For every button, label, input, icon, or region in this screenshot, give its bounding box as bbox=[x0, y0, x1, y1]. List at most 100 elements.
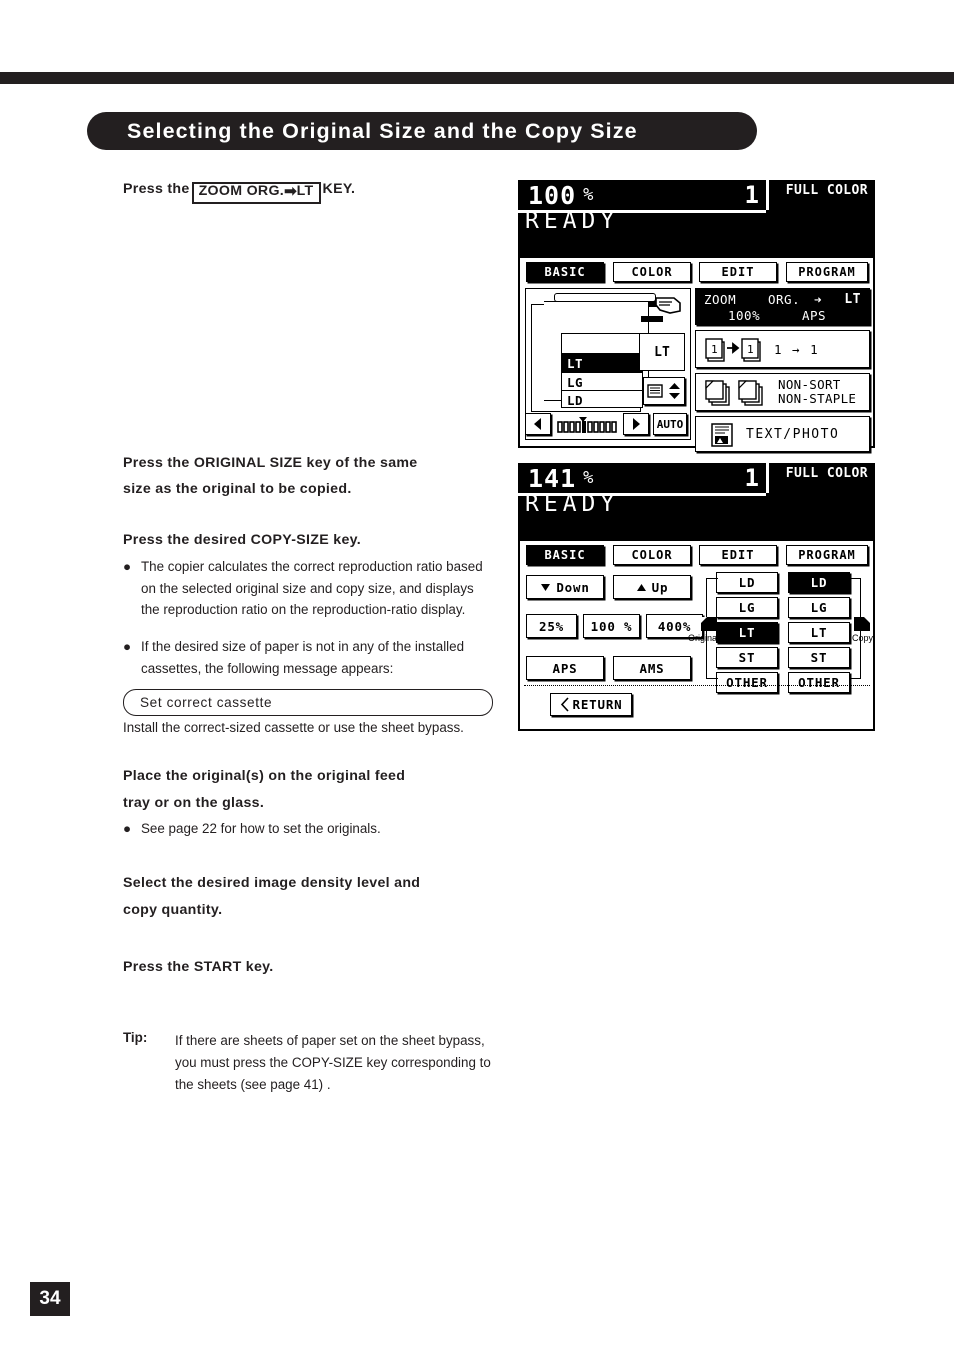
lcd2-quantity-value: 1 bbox=[744, 464, 759, 492]
lcd-screenshot-1: 100 % 1 FULL COLOR READY BASIC COLOR EDI… bbox=[518, 180, 875, 452]
copy-size-column: LD LG LT ST OTHER bbox=[788, 572, 850, 697]
ams-button[interactable]: AMS bbox=[613, 656, 691, 680]
cassette-row-lt[interactable]: LT bbox=[562, 353, 642, 372]
step-1-prefix: Press the bbox=[123, 181, 190, 197]
duplex-label: 1 → 1 bbox=[774, 341, 820, 357]
step-6-heading: Press the START key. bbox=[123, 958, 274, 975]
step-3-bullet-1: ● The copier calculates the correct repr… bbox=[123, 556, 495, 621]
lcd2-percent-sign: % bbox=[583, 468, 594, 488]
svg-text:1: 1 bbox=[711, 343, 718, 356]
lcd2-color-mode: FULL COLOR bbox=[785, 466, 868, 481]
bullet-dot-icon: ● bbox=[123, 638, 132, 654]
zoom-original-copy-button[interactable]: ZOOM ORG. ➜ LT 100% APS bbox=[695, 288, 870, 325]
step-5-heading-line2: copy quantity. bbox=[123, 901, 223, 918]
svg-text:1: 1 bbox=[747, 343, 754, 356]
lcd2-tab-color[interactable]: COLOR bbox=[613, 545, 691, 565]
lcd2-status-text: READY bbox=[525, 491, 620, 517]
spacer-before-tip bbox=[123, 980, 495, 1028]
lcd2-tab-program[interactable]: PROGRAM bbox=[786, 545, 868, 565]
zoom-down-button[interactable]: Down bbox=[526, 575, 604, 599]
lcd2-tab-basic[interactable]: BASIC bbox=[526, 545, 604, 565]
original-size-lt[interactable]: LT bbox=[716, 622, 778, 643]
copy-size-lt[interactable]: LT bbox=[788, 622, 850, 643]
copy-size-st[interactable]: ST bbox=[788, 647, 850, 668]
auto-density-button[interactable]: AUTO bbox=[653, 413, 687, 435]
step-3-bullet-1-text: The copier calculates the correct reprod… bbox=[141, 558, 483, 618]
step-3-heading: Press the desired COPY-SIZE key. bbox=[123, 532, 362, 549]
tip-block: Tip: If there are sheets of paper set on… bbox=[123, 1030, 495, 1095]
zoom-arrow-icon: ➜ bbox=[814, 292, 823, 307]
lcd1-tab-color[interactable]: COLOR bbox=[613, 262, 691, 282]
lcd1-status-bar: 100 % 1 FULL COLOR READY bbox=[518, 180, 875, 258]
step-3-bullet-2-text: If the desired size of paper is not in a… bbox=[141, 638, 465, 676]
copy-size-lg[interactable]: LG bbox=[788, 597, 850, 618]
manual-page: Selecting the Original Size and the Copy… bbox=[0, 0, 954, 1348]
density-lighter-button[interactable] bbox=[525, 413, 551, 435]
lcd1-tab-edit[interactable]: EDIT bbox=[699, 262, 777, 282]
step-5-heading-line1: Select the desired image density level a… bbox=[123, 875, 421, 892]
page-number: 34 bbox=[30, 1282, 70, 1316]
tip-text: If there are sheets of paper set on the … bbox=[175, 1033, 491, 1092]
spacer-after-step4 bbox=[123, 840, 495, 870]
lcd1-ratio-value: 100 bbox=[528, 180, 577, 210]
cassette-row-ld[interactable]: LD bbox=[562, 390, 642, 409]
lcd1-status-divider bbox=[766, 180, 769, 210]
spacer-after-step2 bbox=[123, 503, 495, 527]
down-arrow-icon bbox=[541, 583, 551, 591]
aps-button[interactable]: APS bbox=[526, 656, 604, 680]
cassette-row-lg[interactable]: LG bbox=[562, 372, 642, 391]
original-size-lg[interactable]: LG bbox=[716, 597, 778, 618]
lcd1-tab-basic[interactable]: BASIC bbox=[526, 262, 604, 282]
zoom-up-button[interactable]: Up bbox=[613, 575, 691, 599]
zoom-org-label: ZOOM ORG. bbox=[198, 183, 285, 199]
lcd1-quantity-display: 1 bbox=[718, 180, 766, 210]
lcd1-body: BASIC COLOR EDIT PROGRAM LT LG LD LT AUT… bbox=[518, 258, 875, 452]
tip-label: Tip: bbox=[123, 1030, 148, 1046]
lcd1-status-text: READY bbox=[525, 208, 620, 234]
bypass-size-box[interactable]: LT bbox=[639, 333, 685, 371]
simplex-to-simplex-icon: 1 1 bbox=[705, 338, 761, 362]
spacer-after-step3 bbox=[123, 739, 495, 763]
step-4-bullet-1-text: See page 22 for how to set the originals… bbox=[141, 821, 381, 837]
original-size-column: LD LG LT ST OTHER bbox=[716, 572, 778, 697]
original-size-st[interactable]: ST bbox=[716, 647, 778, 668]
spacer-after-step5 bbox=[123, 924, 495, 954]
finisher-line2: NON-STAPLE bbox=[778, 391, 857, 406]
lcd1-density-control: AUTO bbox=[525, 410, 691, 440]
original-mode-button[interactable]: TEXT/PHOTO bbox=[695, 416, 870, 452]
original-label: Original bbox=[688, 633, 720, 643]
lcd1-function-panel: ZOOM ORG. ➜ LT 100% APS 1 1 1 → 1 NON-SO… bbox=[695, 288, 870, 457]
hand-pointer-icon bbox=[655, 297, 681, 314]
copy-size-ld[interactable]: LD bbox=[788, 572, 850, 593]
original-size-other[interactable]: OTHER bbox=[716, 672, 778, 693]
right-arrow-icon bbox=[633, 418, 640, 430]
original-size-ld[interactable]: LD bbox=[716, 572, 778, 593]
density-darker-button[interactable] bbox=[623, 413, 649, 435]
density-scale-icon bbox=[557, 417, 617, 433]
updown-arrow-icon bbox=[669, 383, 681, 399]
zoom-up-label: Up bbox=[651, 579, 669, 595]
return-button[interactable]: RETURN bbox=[550, 693, 632, 716]
lcd2-quantity-display: 1 bbox=[718, 463, 766, 493]
finisher-label: NON-SORT NON-STAPLE bbox=[778, 377, 857, 407]
copy-size-other[interactable]: OTHER bbox=[788, 672, 850, 693]
lcd2-tab-edit[interactable]: EDIT bbox=[699, 545, 777, 565]
preset-100-button[interactable]: 100 % bbox=[583, 614, 640, 638]
zoom-mode-aps: APS bbox=[802, 308, 827, 323]
finisher-mode-button[interactable]: NON-SORT NON-STAPLE bbox=[695, 373, 870, 411]
left-arrow-icon bbox=[534, 418, 541, 430]
error-message-text: Set correct cassette bbox=[140, 695, 273, 711]
step-4-heading-line1: Place the original(s) on the original fe… bbox=[123, 768, 406, 785]
copy-label: Copy bbox=[852, 633, 874, 643]
preset-25-button[interactable]: 25% bbox=[526, 614, 577, 638]
section-title-banner: Selecting the Original Size and the Copy… bbox=[87, 112, 757, 150]
paper-stack-button[interactable] bbox=[643, 377, 685, 405]
lcd2-status-bar: 141 % 1 FULL COLOR READY bbox=[518, 463, 875, 541]
original-page-icon bbox=[701, 617, 717, 631]
duplex-mode-button[interactable]: 1 1 1 → 1 bbox=[695, 330, 870, 368]
lcd1-tab-program[interactable]: PROGRAM bbox=[786, 262, 868, 282]
step-4-bullet-1: ● See page 22 for how to set the origina… bbox=[123, 818, 495, 840]
step-3-bullet-2: ● If the desired size of paper is not in… bbox=[123, 636, 495, 679]
lines-icon bbox=[647, 384, 663, 398]
lcd2-body: BASIC COLOR EDIT PROGRAM Down Up 25% 100… bbox=[518, 541, 875, 731]
